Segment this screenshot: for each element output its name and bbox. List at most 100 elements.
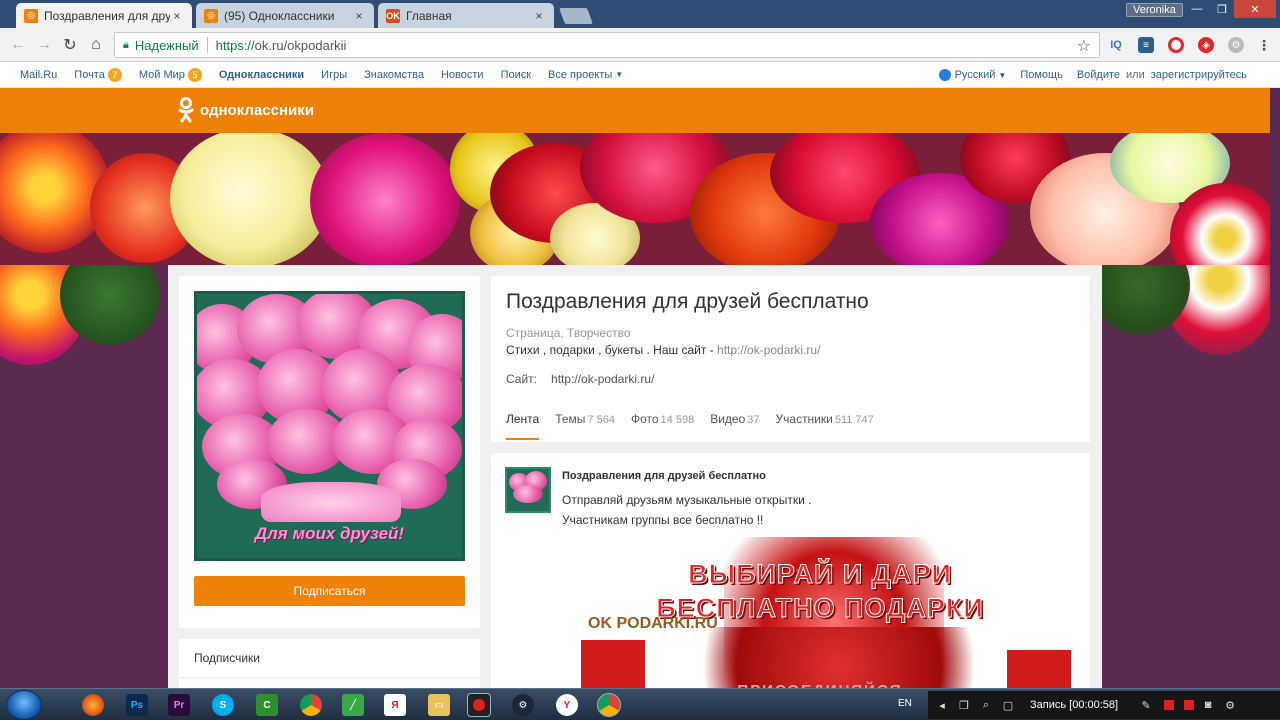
crop-icon[interactable]: ▢: [1000, 697, 1016, 713]
pen-icon[interactable]: ✎: [1138, 697, 1154, 713]
gear-extension-icon[interactable]: ⚙: [1228, 37, 1244, 53]
shield-extension-icon[interactable]: ◈: [1198, 37, 1214, 53]
tab-videos[interactable]: Видео 37: [710, 412, 759, 440]
website-link[interactable]: http://ok-podarki.ru/: [551, 372, 654, 386]
browser-toolbar: ← → ↻ ⌂ 🔒︎ Надежный https:// ok.ru/okpod…: [0, 28, 1280, 62]
portal-bar: Mail.Ru Почта 7 Мой Мир 5 Одноклассники Иг…: [0, 62, 1280, 88]
tab-photos[interactable]: Фото 14 598: [631, 412, 694, 440]
yandex-icon[interactable]: Я: [384, 694, 406, 716]
ok-logo-text: одноклассники: [200, 101, 314, 119]
language-indicator[interactable]: EN: [898, 698, 912, 709]
link-odnoklassniki[interactable]: Одноклассники: [219, 69, 304, 81]
chrome-active-icon[interactable]: [597, 693, 621, 717]
premiere-icon[interactable]: Pr: [168, 694, 190, 716]
menu-dots-icon[interactable]: ⋮: [1256, 37, 1272, 53]
ok-logo[interactable]: одноклассники: [178, 97, 314, 123]
green-app-icon[interactable]: ╱: [342, 694, 364, 716]
link-novosti[interactable]: Новости: [441, 69, 484, 81]
feed-post: Поздравления для друзей бесплатно Отправ…: [491, 453, 1090, 693]
explorer-icon[interactable]: ▭: [428, 694, 450, 716]
tab-main[interactable]: OK Главная ×: [378, 3, 554, 28]
maximize-icon[interactable]: ❐: [1210, 0, 1234, 18]
camera-icon[interactable]: ◙: [1200, 697, 1216, 713]
all-projects-dropdown[interactable]: Все проекты ▼: [548, 69, 623, 81]
forward-arrow-icon[interactable]: →: [34, 35, 54, 55]
close-icon[interactable]: ×: [352, 9, 366, 23]
opera-extension-icon[interactable]: [1168, 37, 1184, 53]
tab-label: Фото: [630, 412, 659, 426]
chevron-down-icon: ▼: [998, 70, 1007, 80]
link-login[interactable]: Войдите: [1077, 69, 1120, 81]
tab-feed[interactable]: Лента: [506, 412, 540, 440]
link-pochta[interactable]: Почта 7: [74, 67, 122, 82]
language-dropdown[interactable]: Русский ▼: [938, 69, 1007, 81]
minimize-icon[interactable]: —: [1184, 0, 1210, 18]
browser-tab-bar: ◎ Поздравления для друз × ◎ (95) Однокла…: [0, 0, 1280, 28]
chrome-icon[interactable]: [300, 694, 322, 716]
home-icon[interactable]: ⌂: [86, 35, 106, 55]
iq-extension-icon[interactable]: IQ: [1108, 37, 1124, 53]
tab-count: 14 598: [660, 414, 695, 426]
pause-icon[interactable]: [1184, 700, 1195, 710]
start-button-icon[interactable]: [6, 690, 42, 720]
tab-topics[interactable]: Темы 7 564: [555, 412, 615, 440]
tab-congrats[interactable]: ◎ Поздравления для друз ×: [16, 3, 192, 28]
link-help[interactable]: Помощь: [1020, 69, 1063, 81]
post-author-avatar[interactable]: [505, 467, 551, 513]
close-icon[interactable]: ×: [170, 9, 184, 23]
moymir-count-badge: 5: [187, 67, 202, 82]
tab-label: Видео: [710, 412, 746, 426]
window-close-icon[interactable]: ✕: [1234, 0, 1276, 18]
tab-odnoklassniki[interactable]: ◎ (95) Одноклассники ×: [196, 3, 374, 28]
settings-icon[interactable]: ⚙: [1222, 697, 1238, 713]
close-icon[interactable]: ×: [532, 9, 546, 23]
link-mailru[interactable]: Mail.Ru: [20, 69, 57, 81]
back-arrow-icon[interactable]: ←: [8, 35, 28, 55]
yandex-browser-icon[interactable]: Y: [556, 694, 578, 716]
post-author-name[interactable]: Поздравления для друзей бесплатно: [562, 470, 766, 482]
windows-icon[interactable]: ❐: [956, 697, 972, 713]
post-text-line: Участникам группы все бесплатно !!: [562, 513, 764, 527]
photoshop-icon[interactable]: Ps: [126, 694, 148, 716]
link-register[interactable]: зарегистрируйтесь: [1151, 69, 1247, 81]
post-image-logo: OK PODARKI.RU: [588, 615, 718, 632]
page-scrollbar[interactable]: [1270, 88, 1280, 688]
link-label: Мой Мир: [138, 68, 185, 81]
link-moymir[interactable]: Мой Мир 5: [138, 67, 202, 82]
bookmark-star-icon[interactable]: ☆: [1077, 36, 1091, 56]
chevron-down-icon: ▼: [615, 70, 624, 79]
arrow-icon[interactable]: ◂: [934, 697, 950, 713]
tab-label: Поздравления для друз: [44, 8, 170, 23]
post-image[interactable]: ВЫБИРАЙ И ДАРИ БЕСПЛАТНО ПОДАРКИ OK PODA…: [564, 537, 1076, 693]
post-image-headline: ВЫБИРАЙ И ДАРИ: [688, 559, 952, 590]
firefox-icon[interactable]: [82, 694, 104, 716]
new-tab-button[interactable]: [559, 8, 593, 24]
tab-count: 7 564: [587, 414, 615, 426]
address-bar[interactable]: 🔒︎ Надежный https:// ok.ru/okpodarkii ☆: [114, 32, 1100, 58]
link-label: Все проекты: [548, 68, 613, 81]
steam-icon[interactable]: ⚙: [512, 694, 534, 716]
profile-button[interactable]: Veronika: [1126, 3, 1183, 17]
link-poisk[interactable]: Поиск: [501, 69, 531, 81]
media-player-icon[interactable]: [467, 693, 491, 717]
divider: [179, 677, 480, 678]
camtasia-icon[interactable]: C: [256, 694, 278, 716]
tab-members[interactable]: Участники 511 747: [776, 412, 874, 440]
stop-icon[interactable]: [1164, 700, 1175, 710]
subscribers-title[interactable]: Подписчики: [194, 651, 260, 665]
tab-count: 37: [747, 414, 760, 426]
layers-extension-icon[interactable]: ≡: [1138, 37, 1154, 53]
avatar-caption: Для моих друзей!: [254, 524, 405, 543]
skype-icon[interactable]: S: [212, 694, 234, 716]
link-igry[interactable]: Игры: [321, 69, 347, 81]
search-icon[interactable]: ⌕: [978, 697, 994, 713]
group-avatar-image[interactable]: Для моих друзей!: [194, 291, 465, 561]
description-link[interactable]: http://ok-podarki.ru/: [717, 343, 820, 357]
website-label: Сайт:: [506, 372, 538, 386]
post-text-line: Отправляй друзьям музыкальные открытки .: [562, 493, 812, 507]
link-znakomstva[interactable]: Знакомства: [364, 69, 424, 81]
subscribe-button[interactable]: Подписаться: [194, 576, 465, 606]
windows-taskbar: Ps Pr S C ╱ Я ▭ ⚙ Y EN ◂ ❐ ⌕ ▢ Запись [0…: [0, 688, 1280, 720]
ok-favicon-icon: ◎: [204, 8, 218, 23]
reload-icon[interactable]: ↻: [60, 35, 80, 55]
